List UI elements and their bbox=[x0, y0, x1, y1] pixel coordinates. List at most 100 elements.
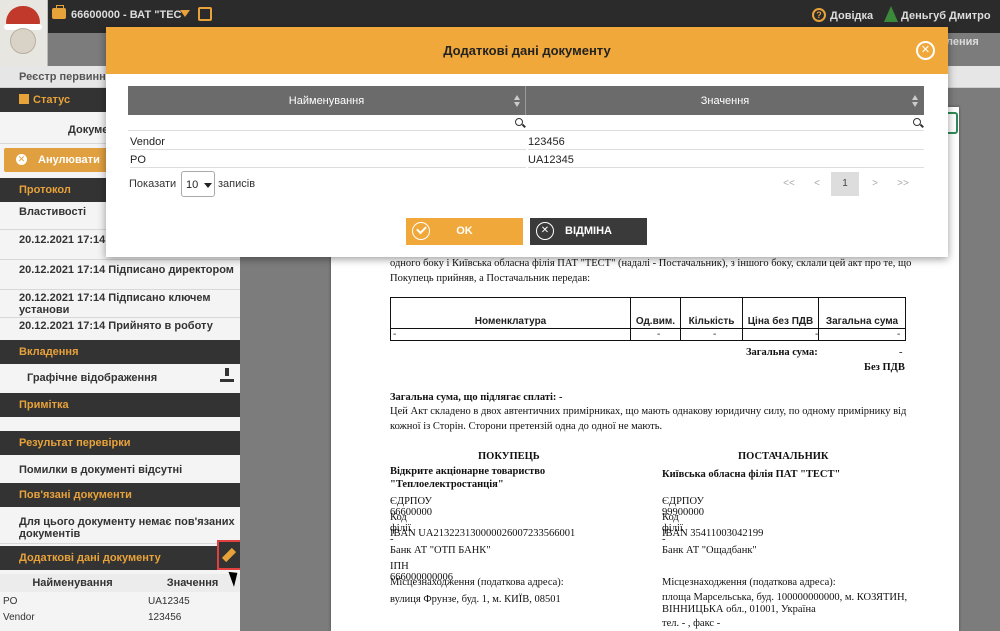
total-value: - bbox=[899, 347, 903, 358]
status-header-label: Статус bbox=[33, 94, 71, 106]
column-header-value[interactable]: Значення bbox=[145, 574, 240, 592]
note-header[interactable]: Примітка bbox=[0, 393, 240, 417]
table-cell-value: 123456 bbox=[528, 132, 924, 150]
cancel-document-label: Анулювати bbox=[38, 154, 100, 166]
sort-icon[interactable] bbox=[514, 95, 521, 107]
goods-col-total: Загальна сума bbox=[825, 316, 899, 327]
column-header-name-label: Найменування bbox=[288, 95, 365, 107]
goods-col-quantity: Кількість bbox=[681, 298, 743, 340]
page-size-select[interactable]: 10 bbox=[181, 171, 215, 197]
doc-text: одного боку і Київська обласна філія ПАТ… bbox=[390, 258, 912, 269]
doc-text: кожної із Сторін. Сторони претензій одна… bbox=[390, 421, 663, 432]
table-cell-name: PO bbox=[3, 596, 18, 607]
buyer-address: вулиця Фрунзе, буд. 1, м. КИЇВ, 08501 bbox=[390, 594, 561, 605]
supplier-address-label: Місцезнаходження (податкова адреса): bbox=[662, 577, 836, 588]
close-icon[interactable]: ✕ bbox=[916, 41, 935, 60]
payable-label: Загальна сума, що підлягає сплаті: - bbox=[390, 392, 563, 403]
close-icon: ✕ bbox=[536, 222, 554, 240]
table-cell-value: UA12345 bbox=[528, 150, 924, 168]
cancel-document-button[interactable]: ✕ Анулювати bbox=[4, 148, 114, 172]
show-label: Показати bbox=[129, 178, 177, 190]
divider bbox=[391, 328, 905, 329]
page-next-button[interactable]: > bbox=[861, 172, 889, 196]
attachments-header[interactable]: Вкладення bbox=[0, 340, 240, 364]
cancel-button[interactable]: ✕ ВІДМІНА bbox=[530, 218, 647, 245]
buyer-name: Відкрите акціонарне товариство bbox=[390, 466, 546, 477]
close-icon: ✕ bbox=[16, 154, 27, 165]
table-cell-name: Vendor bbox=[3, 612, 35, 623]
check-result-header[interactable]: Результат перевірки bbox=[0, 431, 240, 455]
goods-col-unit: Од.вим. bbox=[631, 298, 681, 340]
download-icon[interactable] bbox=[220, 368, 234, 382]
goods-cell: - bbox=[657, 329, 661, 340]
help-link[interactable]: Довідка bbox=[830, 10, 873, 22]
pagination: << < 1 > >> bbox=[775, 172, 917, 196]
check-icon bbox=[412, 222, 430, 240]
page-first-button[interactable]: << bbox=[775, 172, 803, 196]
organization-title[interactable]: 66600000 - ВАТ "ТЕС" bbox=[71, 9, 187, 21]
table-cell-name: Vendor bbox=[130, 132, 526, 150]
related-docs-header[interactable]: Пов'язані документи bbox=[0, 483, 240, 507]
page-prev-button[interactable]: < bbox=[803, 172, 831, 196]
buyer-iban: IBAN UA213223130000026007233566001 bbox=[390, 528, 576, 539]
supplier-iban: IBAN 35411003042199 bbox=[662, 528, 764, 539]
supplier-phone: тел. - , факс - bbox=[662, 618, 721, 629]
supplier-address: площа Марсельська, буд. 100000000000, м.… bbox=[662, 592, 908, 603]
supplier-bank: Банк АТ "Ощадбанк" bbox=[662, 545, 757, 556]
buyer-address-label: Місцезнаходження (податкова адреса): bbox=[390, 577, 564, 588]
goods-col-nomenclature: Номенклатура bbox=[391, 298, 631, 340]
extra-data-header[interactable]: Додаткові дані документу bbox=[0, 546, 217, 570]
nav-item-partial[interactable]: ления bbox=[946, 36, 979, 48]
goods-cell: - bbox=[393, 329, 397, 340]
cancel-button-label: ВІДМІНА bbox=[565, 225, 612, 237]
logo bbox=[0, 0, 48, 66]
check-result-value: Помилки в документі відсутні bbox=[0, 464, 240, 484]
page-size-value: 10 bbox=[186, 179, 199, 191]
records-label: записів bbox=[218, 178, 256, 190]
protocol-event: 20.12.2021 17:14 Підписано директором bbox=[0, 264, 240, 290]
column-header-value-label: Значення bbox=[700, 95, 750, 107]
buyer-bank: Банк АТ "ОТП БАНК" bbox=[390, 545, 491, 556]
column-header-name[interactable]: Найменування bbox=[0, 574, 145, 592]
doc-text: Покупець прийняв, а Постачальник передав… bbox=[390, 273, 591, 284]
christmas-tree-icon bbox=[884, 6, 898, 22]
table-cell-value: 123456 bbox=[148, 612, 182, 623]
help-icon[interactable]: ? bbox=[812, 8, 826, 22]
sort-icon[interactable] bbox=[912, 95, 919, 107]
page-current-button[interactable]: 1 bbox=[831, 172, 859, 196]
goods-cell: - bbox=[815, 329, 819, 340]
modal-title: Додаткові дані документу bbox=[443, 43, 611, 58]
chevron-down-icon bbox=[204, 183, 212, 188]
modal-header: Додаткові дані документу ✕ bbox=[106, 27, 948, 74]
table-cell-name: PO bbox=[130, 150, 526, 168]
protocol-event: 20.12.2021 17:14 Прийнято в роботу bbox=[0, 320, 240, 342]
search-icon[interactable] bbox=[913, 118, 921, 126]
search-icon[interactable] bbox=[515, 118, 523, 126]
vat-note: Без ПДВ bbox=[864, 362, 905, 373]
buyer-header: ПОКУПЕЦЬ bbox=[478, 451, 540, 462]
supplier-header: ПОСТАЧАЛЬНИК bbox=[738, 451, 829, 462]
santa-hat-icon bbox=[4, 6, 42, 30]
supplier-name: Київська обласна філія ПАТ "ТЕСТ" bbox=[662, 469, 841, 480]
goods-cell: - bbox=[897, 329, 901, 340]
extra-data-modal: Додаткові дані документу ✕ Найменування … bbox=[106, 27, 948, 257]
protocol-event: 20.12.2021 17:14 Підписано ключем устано… bbox=[0, 292, 240, 318]
goods-col-price: Ціна без ПДВ bbox=[743, 298, 819, 340]
doc-text: Цей Акт складено в двох автентичних прим… bbox=[390, 406, 907, 417]
ok-button-label: OK bbox=[456, 225, 473, 237]
column-header-name[interactable]: Найменування bbox=[128, 86, 526, 115]
registry-title[interactable]: Реєстр первинн bbox=[19, 71, 106, 83]
column-header-value[interactable]: Значення bbox=[526, 86, 924, 115]
goods-table: Номенклатура Од.вим. Кількість Ціна без … bbox=[390, 297, 906, 341]
collapse-icon bbox=[19, 94, 29, 104]
goods-cell: - bbox=[713, 329, 717, 340]
avatar bbox=[10, 28, 36, 54]
user-name[interactable]: Деньгуб Дмитро bbox=[901, 10, 991, 22]
chevron-down-icon[interactable] bbox=[180, 10, 190, 17]
edit-icon[interactable] bbox=[198, 7, 212, 21]
ok-button[interactable]: OK bbox=[406, 218, 523, 245]
page-last-button[interactable]: >> bbox=[889, 172, 917, 196]
total-label: Загальна сума: bbox=[746, 347, 818, 358]
table-cell-value: UA12345 bbox=[148, 596, 190, 607]
supplier-address: ВІННИЦЬКА обл., 01001, Україна bbox=[662, 604, 816, 615]
